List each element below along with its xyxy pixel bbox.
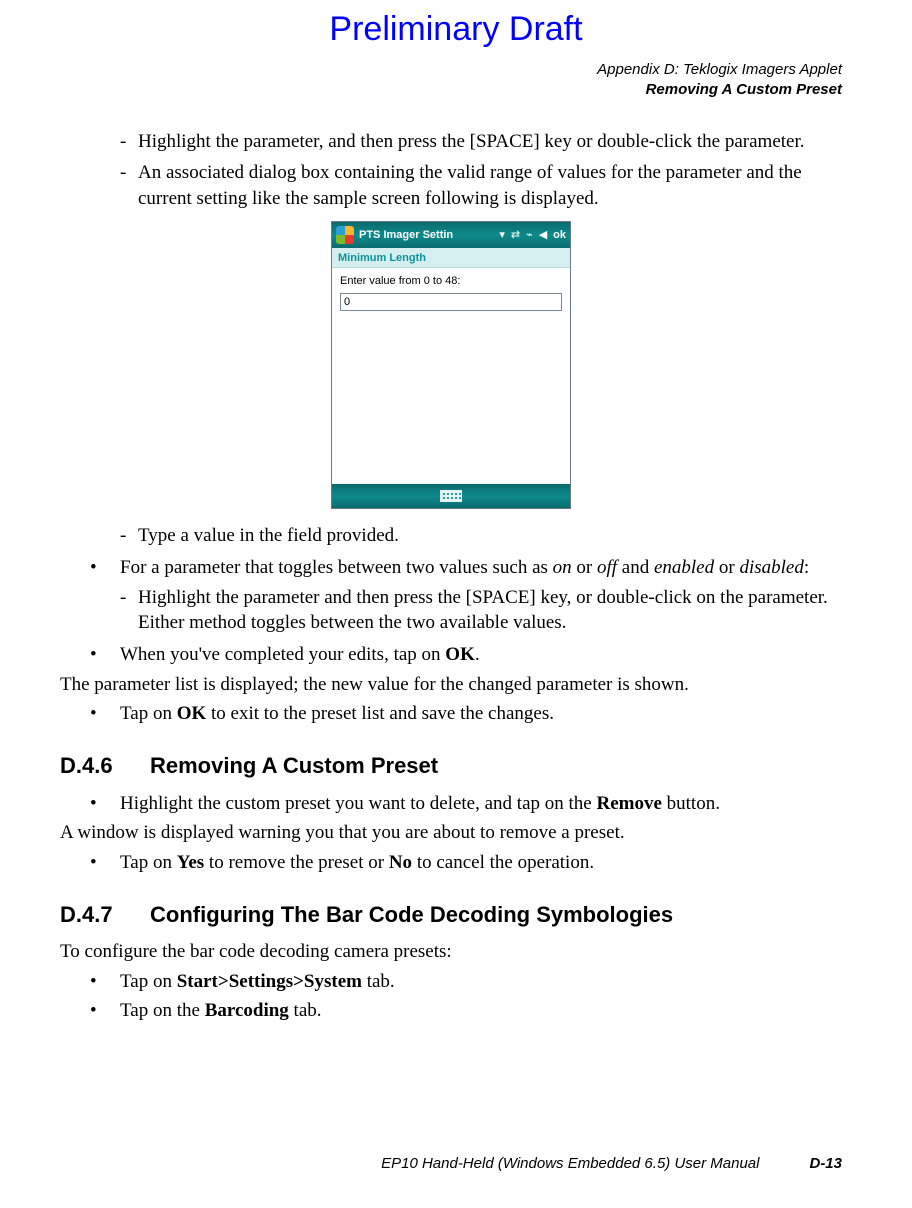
list-item: • Tap on Start>Settings>System tab. — [90, 969, 842, 995]
body-text: Tap on Yes to remove the preset or No to… — [120, 850, 842, 876]
battery-icon: ⌁ — [526, 228, 533, 243]
body-paragraph: A window is displayed warning you that y… — [60, 820, 842, 846]
connection-icon: ⇄ — [511, 228, 520, 243]
body-paragraph: To configure the bar code decoding camer… — [60, 939, 842, 965]
text-bold: OK — [177, 703, 207, 724]
bullet-icon: • — [90, 701, 120, 727]
section-number: D.4.7 — [60, 900, 150, 930]
text-bold: OK — [445, 644, 475, 665]
text-span: to remove the preset or — [204, 852, 389, 873]
text-span: : — [804, 557, 809, 578]
body-text: When you've completed your edits, tap on… — [120, 642, 842, 668]
section-heading: D.4.6 Removing A Custom Preset — [60, 751, 842, 781]
text-span: button. — [662, 793, 720, 814]
signal-icon: ▾ — [499, 228, 505, 243]
body-text: Highlight the custom preset you want to … — [120, 791, 842, 817]
windows-logo-icon — [336, 226, 354, 244]
dash-bullet: - — [120, 160, 138, 211]
bullet-icon: • — [90, 969, 120, 995]
text-span: Tap on — [120, 971, 177, 992]
device-body: Enter value from 0 to 48: — [332, 268, 570, 484]
text-bold: No — [389, 852, 412, 873]
bullet-icon: • — [90, 555, 120, 581]
text-span: to cancel the operation. — [412, 852, 594, 873]
bullet-icon: • — [90, 642, 120, 668]
section-heading: D.4.7 Configuring The Bar Code Decoding … — [60, 900, 842, 930]
device-subheader: Minimum Length — [332, 248, 570, 268]
header-line-2: Removing A Custom Preset — [60, 80, 842, 100]
text-span: or — [714, 557, 739, 578]
header-line-1: Appendix D: Teklogix Imagers Applet — [60, 60, 842, 80]
text-span: or — [572, 557, 597, 578]
text-span: and — [617, 557, 654, 578]
text-span: Tap on — [120, 703, 177, 724]
list-item: • Highlight the custom preset you want t… — [90, 791, 842, 817]
list-item: • For a parameter that toggles between t… — [90, 555, 842, 581]
text-italic: disabled — [739, 557, 803, 578]
list-item: - Highlight the parameter and then press… — [120, 585, 842, 636]
dash-bullet: - — [120, 585, 138, 636]
device-title: PTS Imager Settin — [359, 228, 494, 243]
text-bold: Yes — [177, 852, 204, 873]
list-item: - Type a value in the field provided. — [120, 523, 842, 549]
ok-button[interactable]: ok — [553, 228, 566, 243]
list-item: - An associated dialog box containing th… — [120, 160, 842, 211]
text-span: tab. — [362, 971, 395, 992]
volume-icon: ◀ — [539, 228, 547, 243]
list-item: • Tap on OK to exit to the preset list a… — [90, 701, 842, 727]
section-number: D.4.6 — [60, 751, 150, 781]
bullet-icon: • — [90, 998, 120, 1024]
keyboard-icon[interactable] — [440, 490, 462, 502]
list-item: • Tap on Yes to remove the preset or No … — [90, 850, 842, 876]
body-paragraph: The parameter list is displayed; the new… — [60, 672, 842, 698]
bullet-icon: • — [90, 791, 120, 817]
text-italic: off — [597, 557, 617, 578]
text-span: Tap on the — [120, 1000, 205, 1021]
bullet-icon: • — [90, 850, 120, 876]
device-titlebar: PTS Imager Settin ▾ ⇄ ⌁ ◀ ok — [332, 222, 570, 248]
text-italic: enabled — [654, 557, 714, 578]
dash-bullet: - — [120, 523, 138, 549]
text-span: . — [475, 644, 480, 665]
watermark-text: Preliminary Draft — [0, 10, 912, 49]
text-span: When you've completed your edits, tap on — [120, 644, 445, 665]
body-text: Tap on Start>Settings>System tab. — [120, 969, 842, 995]
page-footer: EP10 Hand-Held (Windows Embedded 6.5) Us… — [60, 1155, 842, 1172]
body-text: An associated dialog box containing the … — [138, 160, 842, 211]
text-span: Highlight the custom preset you want to … — [120, 793, 596, 814]
footer-manual-title: EP10 Hand-Held (Windows Embedded 6.5) Us… — [381, 1155, 759, 1172]
section-title: Removing A Custom Preset — [150, 751, 438, 781]
text-italic: on — [553, 557, 572, 578]
titlebar-icons: ▾ ⇄ ⌁ ◀ ok — [499, 228, 566, 243]
list-item: • Tap on the Barcoding tab. — [90, 998, 842, 1024]
list-item: • When you've completed your edits, tap … — [90, 642, 842, 668]
device-screenshot: PTS Imager Settin ▾ ⇄ ⌁ ◀ ok Minimum Len… — [331, 221, 571, 509]
text-span: to exit to the preset list and save the … — [206, 703, 554, 724]
device-bottombar — [332, 484, 570, 508]
text-span: Tap on — [120, 852, 177, 873]
list-item: - Highlight the parameter, and then pres… — [120, 129, 842, 155]
body-text: Highlight the parameter, and then press … — [138, 129, 842, 155]
text-bold: Remove — [596, 793, 661, 814]
text-span: For a parameter that toggles between two… — [120, 557, 553, 578]
page-number: D-13 — [809, 1155, 842, 1172]
body-text: Tap on the Barcoding tab. — [120, 998, 842, 1024]
dash-bullet: - — [120, 129, 138, 155]
body-text: Type a value in the field provided. — [138, 523, 842, 549]
text-bold: Barcoding — [205, 1000, 289, 1021]
page-header: Appendix D: Teklogix Imagers Applet Remo… — [60, 60, 842, 101]
value-input[interactable] — [340, 293, 562, 311]
body-text: For a parameter that toggles between two… — [120, 555, 842, 581]
body-text: Highlight the parameter and then press t… — [138, 585, 842, 636]
section-title: Configuring The Bar Code Decoding Symbol… — [150, 900, 673, 930]
body-text: Tap on OK to exit to the preset list and… — [120, 701, 842, 727]
page-content: - Highlight the parameter, and then pres… — [60, 129, 842, 1025]
text-bold: Start>Settings>System — [177, 971, 362, 992]
input-label: Enter value from 0 to 48: — [340, 274, 562, 289]
text-span: tab. — [289, 1000, 322, 1021]
